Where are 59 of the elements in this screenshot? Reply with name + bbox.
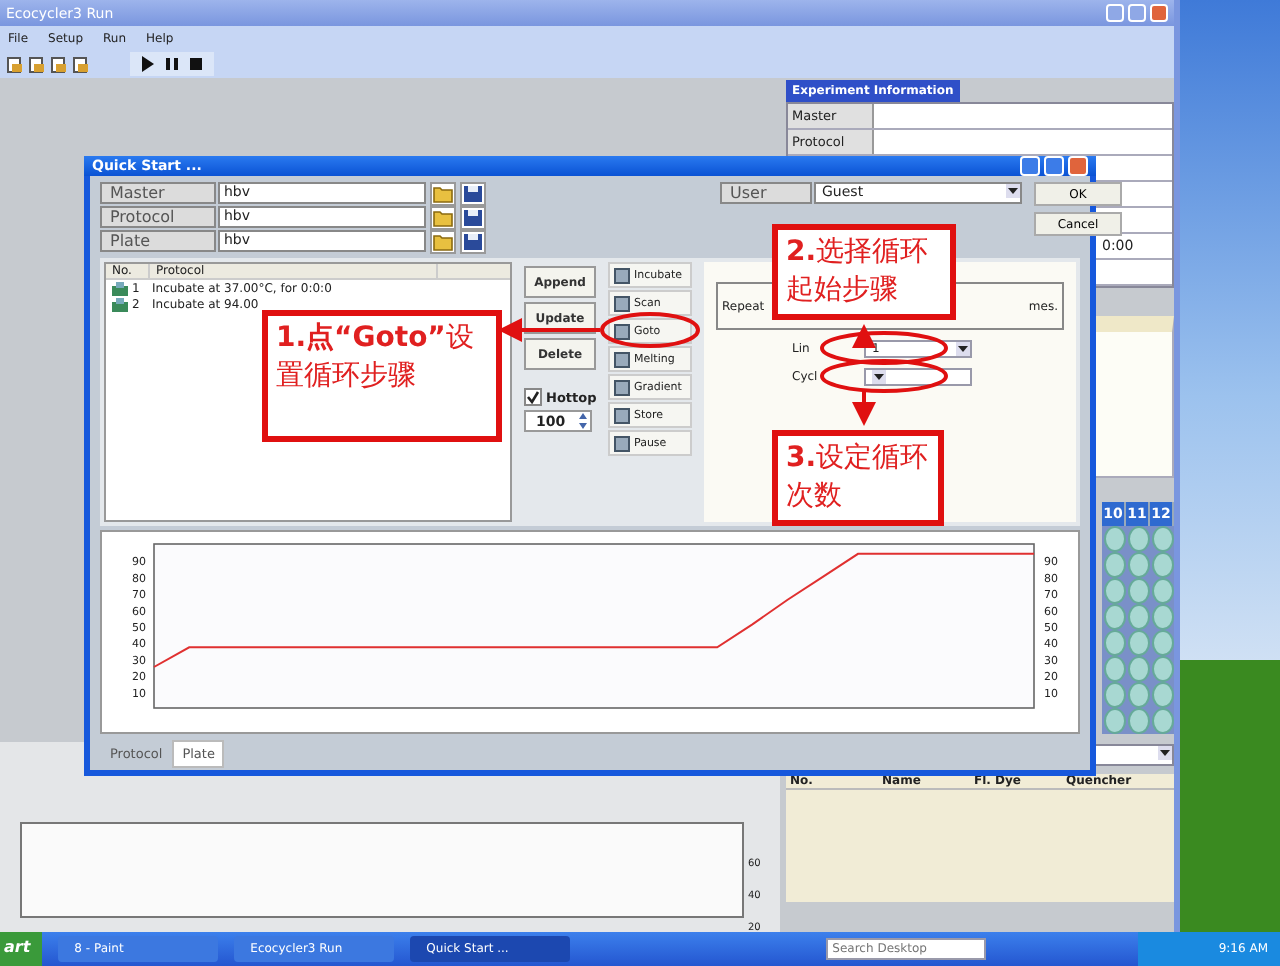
well-circle[interactable]	[1127, 708, 1149, 734]
well-circle[interactable]	[1127, 656, 1149, 682]
well-circle[interactable]	[1151, 708, 1173, 734]
save-icon[interactable]	[460, 229, 486, 253]
well-circle[interactable]	[1127, 630, 1149, 656]
well-circle[interactable]	[1103, 656, 1125, 682]
well-circle[interactable]	[1151, 630, 1173, 656]
well-circle[interactable]	[1151, 578, 1173, 604]
well-circle[interactable]	[1103, 552, 1125, 578]
well-circle[interactable]	[1103, 526, 1125, 552]
well-circle[interactable]	[1151, 526, 1173, 552]
arrow	[852, 324, 876, 348]
highlight-ellipse	[820, 331, 948, 365]
pause-icon[interactable]	[164, 56, 180, 72]
minimize-button[interactable]	[1106, 4, 1124, 22]
close-button[interactable]	[1068, 156, 1088, 176]
maximize-button[interactable]	[1044, 156, 1064, 176]
close-button[interactable]	[1150, 4, 1168, 22]
well-circle[interactable]	[1151, 682, 1173, 708]
well-circle[interactable]	[1103, 578, 1125, 604]
well-circle[interactable]	[1127, 604, 1149, 630]
cycle-dropdown[interactable]	[864, 368, 972, 386]
annotation-callout: 2.选择循环起始步骤	[772, 224, 956, 320]
field-label: Master	[100, 182, 216, 204]
start-button[interactable]: art	[0, 932, 43, 966]
well-circle[interactable]	[1127, 578, 1149, 604]
well-circle[interactable]	[1127, 526, 1149, 552]
folder-icon[interactable]	[430, 205, 456, 229]
well-circle[interactable]	[1127, 682, 1149, 708]
maximize-button[interactable]	[1128, 4, 1146, 22]
play-icon[interactable]	[140, 56, 156, 72]
field-label: Plate	[100, 230, 216, 252]
field-label: Protocol	[100, 206, 216, 228]
highlight-ellipse	[820, 359, 948, 393]
arrow	[852, 392, 876, 426]
well-circle[interactable]	[1103, 708, 1125, 734]
well-circle[interactable]	[1151, 656, 1173, 682]
field-label: User	[720, 182, 812, 204]
well-circle[interactable]	[1151, 552, 1173, 578]
annotation-callout: 3.设定循环次数	[772, 430, 944, 526]
caret-icon	[956, 342, 970, 356]
stop-icon[interactable]	[188, 56, 204, 72]
well-circle[interactable]	[1151, 604, 1173, 630]
well-circle[interactable]	[1127, 552, 1149, 578]
folder-icon[interactable]	[430, 181, 456, 205]
checkbox[interactable]	[524, 388, 542, 406]
dropdown[interactable]	[1090, 744, 1174, 766]
save-icon[interactable]	[460, 205, 486, 229]
caret-icon	[1158, 746, 1172, 760]
well-circle[interactable]	[1103, 682, 1125, 708]
folder-icon[interactable]	[430, 229, 456, 253]
minimize-button[interactable]	[1020, 156, 1040, 176]
caret-icon	[872, 370, 886, 384]
annotation-callout: 1.点“Goto”设置循环步骤	[262, 310, 502, 442]
well-circle[interactable]	[1103, 604, 1125, 630]
highlight-ellipse	[600, 312, 700, 348]
well-circle[interactable]	[1103, 630, 1125, 656]
caret-icon	[1006, 184, 1020, 198]
save-icon[interactable]	[460, 181, 486, 205]
